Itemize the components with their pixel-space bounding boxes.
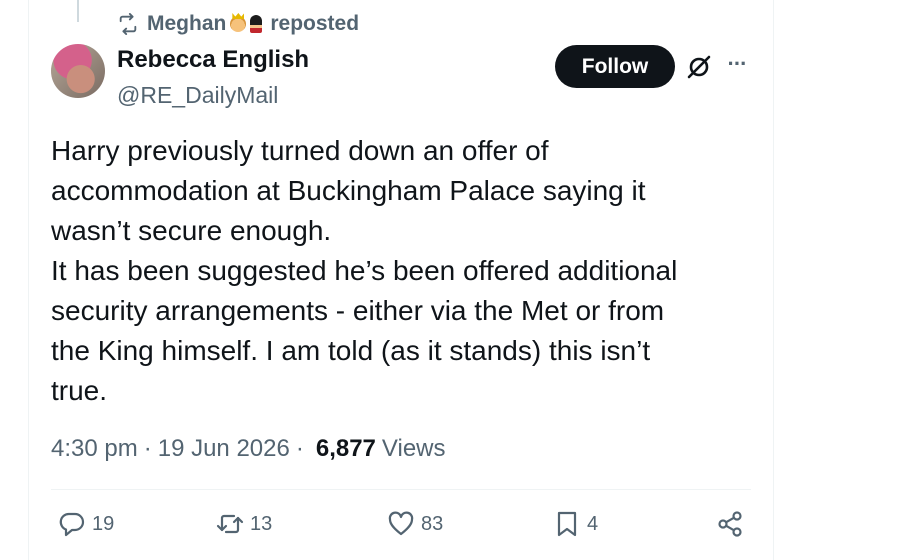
avatar[interactable] bbox=[51, 44, 105, 98]
bookmark-button[interactable]: 4 bbox=[553, 509, 598, 539]
author-display-name[interactable]: Rebecca English bbox=[117, 46, 309, 74]
reply-button[interactable]: 19 bbox=[58, 509, 114, 539]
tweet-time[interactable]: 4:30 pm bbox=[51, 435, 138, 463]
meta-separator: · bbox=[143, 435, 152, 462]
follow-button[interactable]: Follow bbox=[555, 45, 675, 88]
tweet-text: Harry previously turned down an offer of… bbox=[51, 135, 678, 406]
reply-icon bbox=[59, 512, 85, 537]
tweet-meta: 4:30 pm · 19 Jun 2026 · 6,877 Views bbox=[51, 435, 446, 463]
like-count: 83 bbox=[421, 512, 444, 535]
repost-button[interactable]: 13 bbox=[216, 509, 272, 539]
meta-separator-2: · bbox=[295, 435, 304, 462]
reposter[interactable]: Meghan bbox=[147, 12, 263, 36]
share-icon bbox=[718, 511, 742, 537]
tweet-date[interactable]: 19 Jun 2026 bbox=[158, 435, 290, 463]
bookmark-count: 4 bbox=[587, 512, 599, 535]
like-icon bbox=[388, 511, 414, 536]
column-border-left bbox=[28, 0, 29, 560]
more-icon[interactable]: ··· bbox=[724, 53, 750, 79]
views-count: 6,877 bbox=[315, 435, 376, 462]
grok-icon[interactable] bbox=[686, 54, 712, 80]
repost-count: 13 bbox=[250, 512, 273, 535]
column-border-right bbox=[773, 0, 774, 560]
thread-line bbox=[77, 0, 79, 22]
repost-banner[interactable]: Meghan reposted bbox=[117, 10, 359, 38]
share-button[interactable] bbox=[716, 509, 744, 539]
like-button[interactable]: 83 bbox=[387, 509, 443, 539]
repost-label: reposted bbox=[270, 12, 360, 35]
bookmark-icon bbox=[557, 511, 577, 537]
repost-icon bbox=[119, 13, 137, 35]
divider bbox=[51, 489, 751, 490]
author-handle[interactable]: @RE_DailyMail bbox=[117, 82, 278, 109]
reposter-name[interactable]: Meghan bbox=[147, 12, 226, 36]
repost-icon bbox=[216, 514, 244, 534]
crown-emoji-icon bbox=[230, 16, 247, 32]
guard-emoji-icon bbox=[250, 15, 263, 33]
views-label: Views bbox=[381, 435, 446, 462]
reply-count: 19 bbox=[92, 512, 115, 535]
